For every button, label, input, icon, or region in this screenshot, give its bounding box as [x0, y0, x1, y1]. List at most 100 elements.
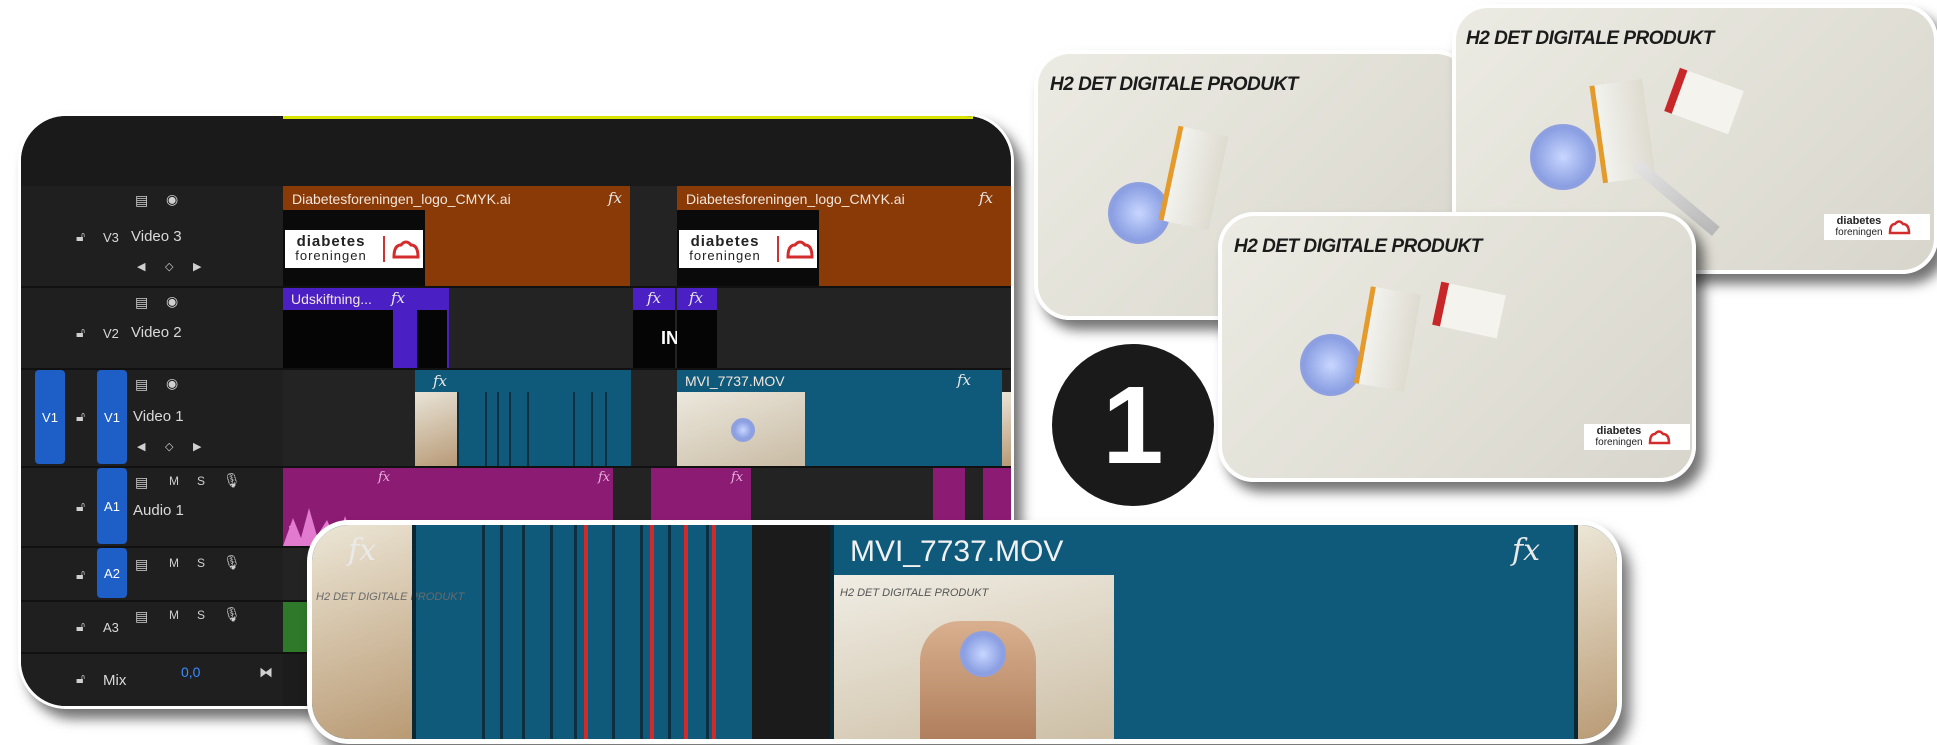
mix-volume-value[interactable]: 0,0 — [181, 664, 200, 680]
mix-label: Mix — [103, 672, 127, 689]
clip-cut-segments[interactable]: fx — [415, 370, 631, 466]
logo-divider — [777, 236, 779, 262]
cut-line — [509, 392, 511, 466]
eye-icon[interactable]: ◉ — [166, 293, 178, 310]
microphone-icon[interactable]: 🎙︎ — [223, 472, 241, 489]
track-id[interactable]: A3 — [103, 620, 119, 635]
cut-line — [605, 392, 607, 466]
solo-button[interactable]: S — [197, 608, 205, 622]
diabetes-heart-icon — [1648, 430, 1671, 445]
clip-title-small[interactable] — [415, 288, 449, 368]
lock-icon[interactable]: 🔓︎ — [76, 324, 85, 341]
film-icon[interactable]: ▤ — [135, 376, 148, 393]
lock-icon[interactable]: 🔓︎ — [76, 408, 85, 425]
timeline-ruler[interactable] — [21, 116, 1011, 186]
clip-mvi-7737[interactable]: MVI_7737.MOV fx — [677, 370, 1002, 466]
sachet — [1664, 67, 1744, 135]
watermark-logo: diabetes foreningen — [1824, 214, 1930, 240]
track-target-v1[interactable]: V1 — [97, 370, 127, 464]
fx-icon[interactable]: fx — [731, 470, 743, 485]
watermark-logo: diabetes foreningen — [1584, 424, 1690, 450]
track-header-v1: V1 🔓︎ V1 ▤ ◉ Video 1 ◀ ◇ ▶ — [21, 370, 283, 468]
mute-button[interactable]: M — [169, 474, 179, 488]
eye-icon[interactable]: ◉ — [166, 375, 178, 392]
microphone-icon[interactable]: 🎙︎ — [223, 606, 241, 623]
cut-line — [522, 525, 525, 739]
track-name[interactable]: Video 1 — [133, 408, 184, 425]
highlight-box-2 — [684, 525, 716, 739]
work-area-bar[interactable] — [283, 116, 973, 119]
cut-line — [457, 392, 459, 466]
next-keyframe-icon[interactable]: ▶ — [193, 440, 201, 453]
film-icon[interactable]: ▤ — [135, 556, 148, 573]
thumb-device — [960, 631, 1006, 677]
go-to-start-icon[interactable]: ⧓ — [259, 664, 273, 681]
clip-udskiftning[interactable]: Udskiftning... fx — [283, 288, 415, 368]
cut-line — [591, 392, 593, 466]
lock-icon[interactable]: 🔓︎ — [76, 228, 85, 245]
lock-icon[interactable]: 🔓︎ — [76, 566, 85, 583]
callout-clip-name[interactable]: MVI_7737.MOV — [850, 535, 1063, 569]
wm-line1: diabetes — [1836, 215, 1882, 227]
step-number-badge: 1 — [1052, 344, 1214, 506]
track-target-a1[interactable]: A1 — [97, 468, 127, 544]
clip-name: Diabetesforeningen_logo_CMYK.ai — [292, 191, 511, 207]
cut-line — [527, 392, 529, 466]
fx-icon[interactable]: fx — [348, 533, 376, 568]
clip-name: MVI_7737.MOV — [685, 373, 785, 389]
track-id: V3 — [103, 230, 119, 245]
lock-icon[interactable]: 🔓︎ — [76, 670, 85, 687]
clip-logo-a[interactable]: Diabetesforeningen_logo_CMYK.ai fx diabe… — [283, 186, 630, 286]
insulin-device — [1300, 334, 1362, 396]
clip-thumbnail: diabetes foreningen — [283, 210, 425, 286]
source-patch-v1[interactable]: V1 — [35, 370, 65, 464]
solo-button[interactable]: S — [197, 556, 205, 570]
film-icon[interactable]: ▤ — [135, 294, 148, 311]
clip-thumbnail: IN — [633, 310, 679, 368]
gap[interactable] — [752, 525, 830, 739]
film-icon[interactable]: ▤ — [135, 192, 148, 209]
fx-icon[interactable]: fx — [689, 289, 703, 307]
fx-icon[interactable]: fx — [647, 289, 661, 307]
track-target-a2[interactable]: A2 — [97, 548, 127, 598]
solo-button[interactable]: S — [197, 474, 205, 488]
mute-button[interactable]: M — [169, 556, 179, 570]
eye-icon[interactable]: ◉ — [166, 191, 178, 208]
fx-icon[interactable]: fx — [608, 189, 622, 207]
diabetes-heart-icon — [1888, 220, 1911, 235]
highlight-box-1 — [584, 525, 654, 739]
film-icon[interactable]: ▤ — [135, 608, 148, 625]
track-id: V2 — [103, 326, 119, 341]
fx-icon[interactable]: fx — [1512, 533, 1540, 568]
clip-edge-thumb — [1002, 392, 1011, 466]
add-keyframe-icon[interactable]: ◇ — [165, 440, 173, 453]
lock-icon[interactable]: 🔓︎ — [76, 498, 85, 515]
cut-line — [668, 525, 671, 739]
track-name[interactable]: Video 3 — [131, 228, 182, 245]
cut-line — [412, 525, 416, 739]
prev-keyframe-icon[interactable]: ◀ — [137, 260, 145, 273]
fx-icon[interactable]: fx — [378, 470, 390, 485]
logo-line2: foreningen — [689, 248, 761, 263]
lock-icon[interactable]: 🔓︎ — [76, 618, 85, 635]
mute-button[interactable]: M — [169, 608, 179, 622]
track-name[interactable]: Audio 1 — [133, 502, 184, 519]
callout-thumbnail: H2 DET DIGITALE PRODUKT — [834, 575, 1114, 739]
prev-keyframe-icon[interactable]: ◀ — [137, 440, 145, 453]
fx-icon[interactable]: fx — [433, 372, 447, 390]
film-icon[interactable]: ▤ — [135, 474, 148, 491]
clip-name: Diabetesforeningen_logo_CMYK.ai — [686, 191, 905, 207]
track-header-a2: 🔓︎ A2 ▤ M S 🎙︎ — [21, 548, 283, 602]
clip-in-title[interactable]: fx IN — [633, 288, 679, 368]
sachet — [1432, 281, 1506, 339]
next-keyframe-icon[interactable]: ▶ — [193, 260, 201, 273]
fx-icon[interactable]: fx — [957, 371, 971, 389]
fx-icon[interactable]: fx — [979, 189, 993, 207]
add-keyframe-icon[interactable]: ◇ — [165, 260, 173, 273]
fx-icon[interactable]: fx — [391, 289, 405, 307]
fx-icon[interactable]: fx — [598, 470, 610, 485]
clip-title-b[interactable]: fx — [677, 288, 717, 368]
track-name[interactable]: Video 2 — [131, 324, 182, 341]
microphone-icon[interactable]: 🎙︎ — [223, 554, 241, 571]
clip-logo-b[interactable]: Diabetesforeningen_logo_CMYK.ai fx diabe… — [677, 186, 1011, 286]
